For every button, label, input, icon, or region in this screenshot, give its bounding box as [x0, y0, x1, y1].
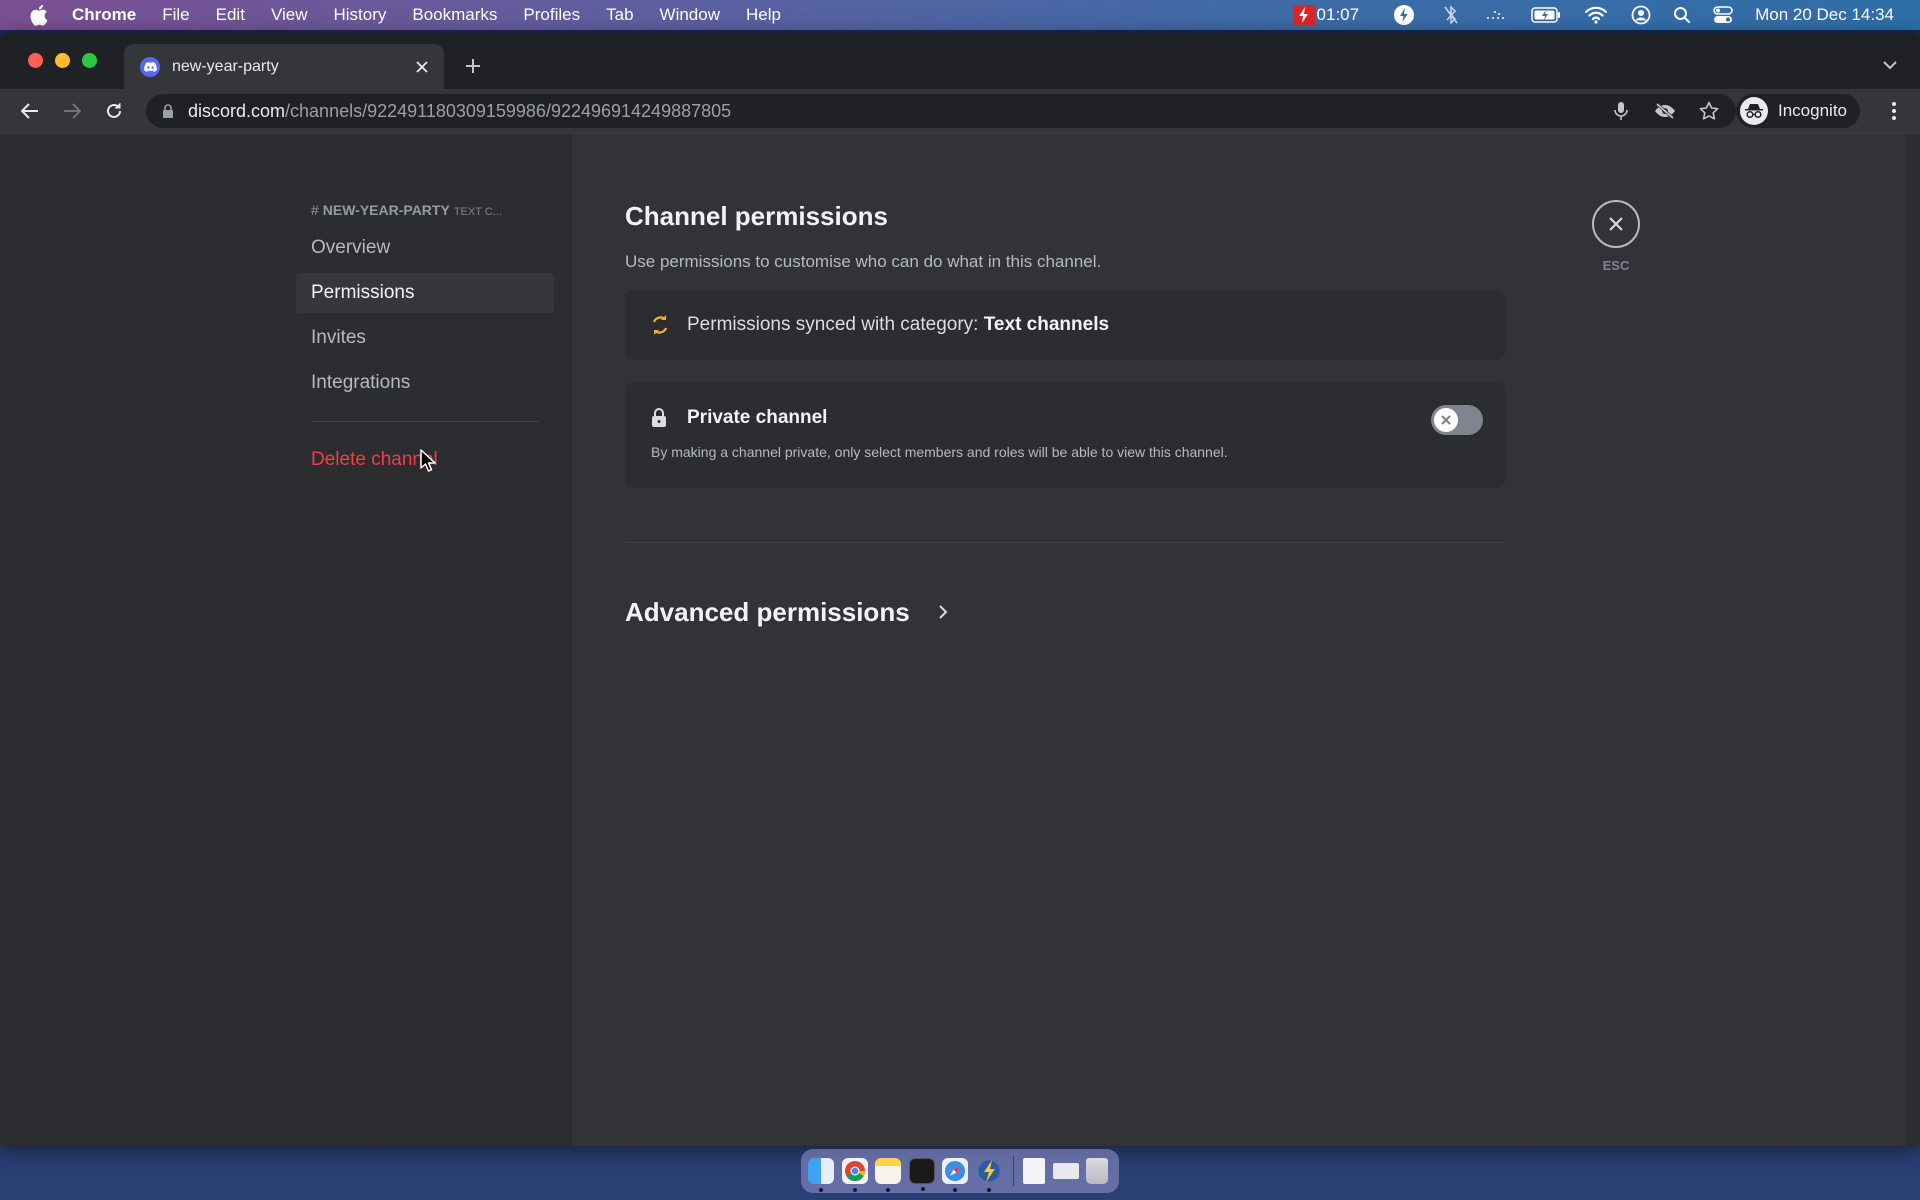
dock-safari-icon[interactable] — [942, 1158, 968, 1192]
page-description: Use permissions to customise who can do … — [625, 252, 1102, 271]
url-text[interactable]: discord.com/channels/922491180309159986/… — [188, 101, 731, 122]
dock-terminal-icon[interactable] — [908, 1158, 935, 1191]
dots-icon[interactable] — [1485, 0, 1505, 30]
dock-separator — [1013, 1156, 1014, 1186]
dock-chrome-icon[interactable] — [841, 1158, 868, 1192]
settings-sidebar: # NEW-YEAR-PARTY TEXT C... Overview Permis… — [0, 134, 572, 1146]
bookmark-star-icon[interactable] — [1698, 100, 1720, 122]
screen-recording-indicator[interactable]: 01:07 — [1292, 5, 1360, 25]
dock-finder-icon[interactable] — [808, 1158, 834, 1192]
menu-chrome[interactable]: Chrome — [72, 5, 136, 25]
private-channel-card: Private channel By making a channel priv… — [625, 382, 1505, 488]
address-bar[interactable]: discord.com/channels/922491180309159986/… — [146, 94, 1736, 128]
menubar-clock[interactable]: Mon 20 Dec 14:34 — [1755, 5, 1894, 25]
window-close-button[interactable] — [28, 53, 43, 68]
permissions-sync-card: Permissions synced with category: Text c… — [625, 290, 1505, 360]
browser-window: new-year-party discord.com/channels/9224… — [0, 33, 1920, 1146]
scrollbar-track[interactable] — [1906, 134, 1920, 1146]
sync-text-prefix: Permissions synced with category: — [687, 314, 984, 335]
bluetooth-off-icon[interactable] — [1443, 0, 1459, 30]
sync-icon — [649, 314, 671, 336]
channel-settings: # NEW-YEAR-PARTY TEXT C... Overview Permis… — [0, 133, 1920, 1146]
sidebar-item-invites[interactable]: Invites — [296, 318, 554, 358]
close-icon — [1609, 217, 1623, 231]
macos-menu-bar: Chrome File Edit View History Bookmarks … — [0, 0, 1920, 30]
reload-button[interactable] — [100, 97, 128, 125]
channel-category: TEXT C... — [453, 206, 502, 218]
recording-icon — [1292, 5, 1315, 25]
wifi-icon[interactable] — [1585, 0, 1608, 30]
close-settings-button[interactable] — [1592, 200, 1640, 248]
new-tab-button[interactable] — [460, 53, 486, 79]
sync-text: Permissions synced with category: Text c… — [687, 314, 1109, 336]
tracking-blocked-eye-icon[interactable] — [1654, 100, 1676, 122]
menu-view[interactable]: View — [271, 5, 308, 25]
battery-charging-icon[interactable] — [1531, 0, 1561, 30]
chevron-right-icon — [934, 603, 952, 621]
lock-icon[interactable] — [162, 103, 176, 119]
window-maximize-button[interactable] — [82, 53, 97, 68]
control-center-icon[interactable] — [1713, 0, 1733, 30]
settings-main: Channel permissions Use permissions to c… — [572, 134, 1920, 1146]
dock-preview-window-icon[interactable] — [1052, 1163, 1079, 1179]
tab-strip: new-year-party — [0, 33, 1920, 89]
window-minimize-button[interactable] — [55, 53, 70, 68]
menu-history[interactable]: History — [333, 5, 386, 25]
menu-edit[interactable]: Edit — [216, 5, 245, 25]
advanced-permissions-toggle[interactable]: Advanced permissions — [625, 595, 1505, 629]
window-controls — [28, 53, 97, 68]
tab-close-icon[interactable] — [410, 55, 434, 79]
incognito-icon — [1740, 97, 1768, 125]
delete-channel-button[interactable]: Delete channel — [296, 440, 554, 480]
tab-search-chevron-icon[interactable] — [1878, 53, 1902, 77]
sidebar-item-overview[interactable]: Overview — [296, 228, 554, 268]
url-host: discord.com — [188, 100, 286, 121]
sync-category: Text channels — [983, 314, 1110, 335]
channel-name: NEW-YEAR-PARTY — [322, 202, 450, 218]
macos-dock — [801, 1149, 1119, 1193]
menu-tab[interactable]: Tab — [606, 5, 633, 25]
discord-favicon-icon — [140, 56, 160, 77]
menu-help[interactable]: Help — [746, 5, 781, 25]
chrome-menu-icon[interactable] — [1882, 97, 1906, 125]
private-channel-description: By making a channel private, only select… — [651, 444, 1228, 460]
microphone-icon[interactable] — [1610, 100, 1632, 122]
incognito-label: Incognito — [1778, 101, 1847, 120]
bolt-icon[interactable] — [1393, 0, 1415, 30]
close-settings: ESC — [1592, 200, 1640, 273]
browser-toolbar: discord.com/channels/922491180309159986/… — [0, 89, 1920, 133]
dock-lightning-app-icon[interactable] — [975, 1158, 1002, 1192]
menu-profiles[interactable]: Profiles — [523, 5, 580, 25]
sidebar-item-permissions[interactable]: Permissions — [296, 273, 554, 313]
forward-button[interactable] — [58, 97, 86, 125]
advanced-permissions-label: Advanced permissions — [625, 596, 910, 627]
incognito-profile-button[interactable]: Incognito — [1736, 94, 1860, 128]
recording-time: 01:07 — [1316, 5, 1360, 24]
back-button[interactable] — [16, 97, 44, 125]
apple-menu-icon[interactable] — [28, 4, 50, 26]
sidebar-divider — [311, 421, 539, 422]
menu-bookmarks[interactable]: Bookmarks — [412, 5, 497, 25]
dock-notes-icon[interactable] — [875, 1158, 901, 1192]
section-divider — [625, 542, 1505, 543]
url-path: /channels/922491180309159986/92249691424… — [285, 100, 732, 121]
private-channel-toggle[interactable] — [1431, 405, 1483, 435]
sidebar-channel-header: # NEW-YEAR-PARTY TEXT C... — [296, 200, 554, 220]
menu-window[interactable]: Window — [660, 5, 720, 25]
lock-icon — [651, 407, 669, 429]
esc-label: ESC — [1602, 258, 1630, 273]
private-channel-label: Private channel — [687, 407, 828, 428]
tab-title: new-year-party — [172, 57, 279, 75]
dock-document-icon[interactable] — [1023, 1158, 1045, 1184]
user-circle-icon[interactable] — [1631, 0, 1651, 30]
dock-trash-icon[interactable] — [1086, 1158, 1108, 1184]
hash-icon: # — [311, 202, 319, 218]
menu-file[interactable]: File — [162, 5, 189, 25]
search-icon[interactable] — [1673, 0, 1691, 30]
browser-tab-active[interactable]: new-year-party — [124, 44, 444, 89]
toggle-off-x-icon — [1434, 408, 1458, 432]
sidebar-item-integrations[interactable]: Integrations — [296, 363, 554, 403]
page-title: Channel permissions — [625, 201, 888, 231]
